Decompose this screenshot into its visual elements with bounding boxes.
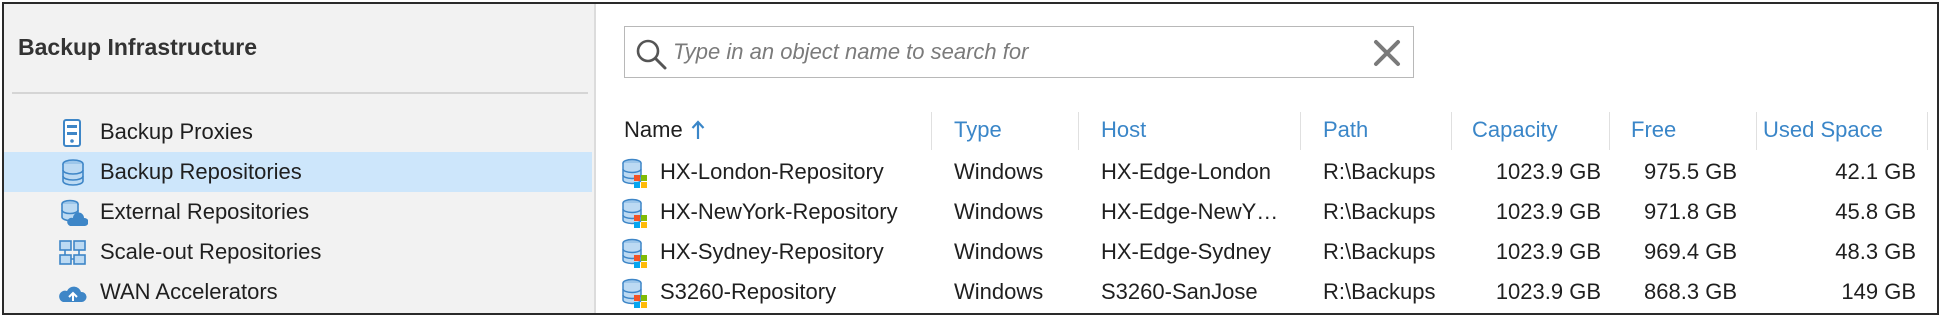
nav-item-external-repositories[interactable]: External Repositories	[4, 192, 592, 232]
nav-item-label: Scale-out Repositories	[100, 239, 322, 264]
wan-accelerator-icon	[59, 286, 87, 302]
column-separator[interactable]	[931, 112, 932, 150]
sort-ascending-icon	[691, 120, 704, 139]
search-input[interactable]	[673, 35, 1353, 69]
column-header-free[interactable]: Free	[1631, 108, 1741, 152]
nav-list: Backup Proxies Backup Repositories Exter…	[4, 112, 594, 312]
nav-item-backup-proxies[interactable]: Backup Proxies	[4, 112, 592, 152]
column-separator[interactable]	[1078, 112, 1079, 150]
column-header-host[interactable]: Host	[1101, 108, 1251, 152]
cell-path: R:\Backups	[1323, 159, 1436, 184]
nav-item-backup-repositories[interactable]: Backup Repositories	[4, 152, 592, 192]
windows-repository-icon	[622, 278, 647, 308]
nav-divider	[12, 92, 588, 94]
cell-type: Windows	[954, 239, 1044, 264]
search-icon	[636, 39, 667, 70]
external-repository-icon	[61, 199, 88, 226]
cell-free: 975.5 GB	[1644, 159, 1737, 184]
cell-capacity: 1023.9 GB	[1495, 279, 1601, 304]
cell-host: HX-Edge-London	[1101, 159, 1272, 184]
column-header-path[interactable]: Path	[1323, 108, 1453, 152]
cell-free: 971.8 GB	[1644, 199, 1737, 224]
cell-host: HX-Edge-Sydney	[1101, 239, 1271, 264]
column-header-type[interactable]: Type	[954, 108, 1074, 152]
windows-repository-icon	[622, 238, 647, 268]
column-separator[interactable]	[1451, 112, 1452, 150]
clear-search-icon[interactable]	[1373, 39, 1401, 67]
cell-capacity: 1023.9 GB	[1495, 199, 1601, 224]
table-row[interactable]: S3260-Repository Windows S3260-SanJose R…	[596, 272, 1937, 312]
navigation-pane: Backup Infrastructure Backup Proxies Bac…	[4, 4, 594, 313]
column-header-name[interactable]: Name	[624, 108, 844, 152]
nav-item-label: Backup Proxies	[100, 119, 253, 144]
nav-item-label: Backup Repositories	[100, 159, 302, 184]
cell-name: HX-NewYork-Repository	[660, 199, 898, 224]
cell-used-space: 149 GB	[1841, 279, 1916, 304]
table-row[interactable]: HX-Sydney-Repository Windows HX-Edge-Syd…	[596, 232, 1937, 272]
cell-host: HX-Edge-NewY…	[1101, 199, 1279, 224]
windows-repository-icon	[622, 198, 647, 228]
column-separator[interactable]	[1609, 112, 1610, 150]
cell-free: 868.3 GB	[1644, 279, 1737, 304]
cell-used-space: 42.1 GB	[1835, 159, 1916, 184]
nav-header: Backup Infrastructure	[18, 34, 258, 60]
table-row[interactable]: HX-NewYork-Repository Windows HX-Edge-Ne…	[596, 192, 1937, 232]
column-header-used-space[interactable]: Used Space	[1763, 108, 1923, 152]
cell-free: 969.4 GB	[1644, 239, 1737, 264]
table-header: Name Type Host Path Capacity Free Used S…	[596, 108, 1937, 152]
scale-out-repository-icon	[59, 240, 86, 265]
cell-type: Windows	[954, 199, 1044, 224]
cell-capacity: 1023.9 GB	[1495, 159, 1601, 184]
nav-item-wan-accelerators[interactable]: WAN Accelerators	[4, 272, 592, 312]
nav-item-label: WAN Accelerators	[100, 279, 278, 304]
backup-proxy-icon	[63, 119, 81, 147]
repositories-table: Name Type Host Path Capacity Free Used S…	[596, 108, 1937, 312]
cell-name: HX-Sydney-Repository	[660, 239, 884, 264]
cell-used-space: 45.8 GB	[1835, 199, 1916, 224]
column-separator[interactable]	[1927, 112, 1928, 150]
cell-used-space: 48.3 GB	[1835, 239, 1916, 264]
table-row[interactable]: HX-London-Repository Windows HX-Edge-Lon…	[596, 152, 1937, 192]
column-header-capacity[interactable]: Capacity	[1472, 108, 1602, 152]
nav-item-label: External Repositories	[100, 199, 310, 224]
cell-host: S3260-SanJose	[1101, 279, 1258, 304]
cell-path: R:\Backups	[1323, 279, 1436, 304]
cell-name: S3260-Repository	[660, 279, 837, 304]
column-separator[interactable]	[1756, 112, 1757, 150]
cell-type: Windows	[954, 279, 1044, 304]
cell-path: R:\Backups	[1323, 239, 1436, 264]
nav-item-scale-out-repositories[interactable]: Scale-out Repositories	[4, 232, 592, 272]
column-separator[interactable]	[1300, 112, 1301, 150]
windows-repository-icon	[622, 158, 647, 188]
cell-type: Windows	[954, 159, 1044, 184]
content-pane: Name Type Host Path Capacity Free Used S…	[596, 4, 1937, 313]
search-box	[624, 26, 1414, 78]
cell-capacity: 1023.9 GB	[1495, 239, 1601, 264]
backup-repository-icon	[62, 159, 84, 186]
cell-path: R:\Backups	[1323, 199, 1436, 224]
app-window: Backup Infrastructure Backup Proxies Bac…	[2, 2, 1939, 315]
cell-name: HX-London-Repository	[660, 159, 884, 184]
